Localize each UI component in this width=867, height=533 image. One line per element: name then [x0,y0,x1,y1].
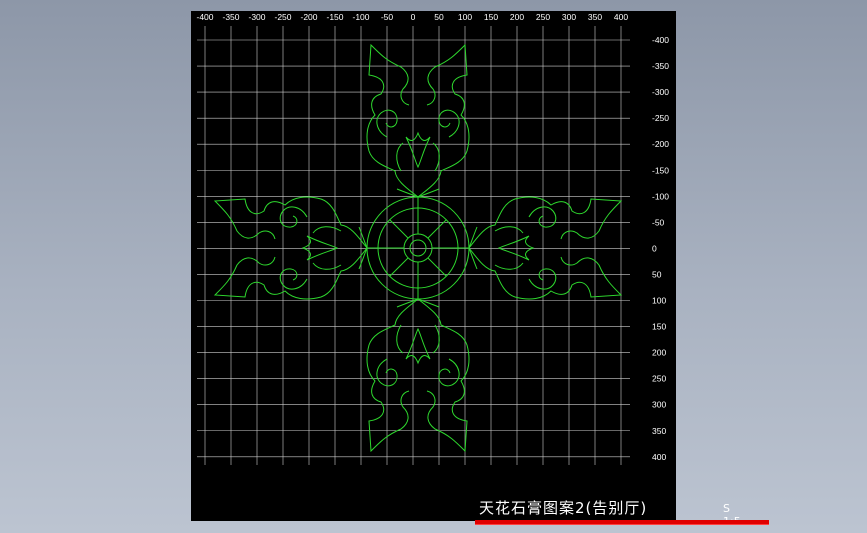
top-tick-label: 300 [562,12,576,22]
top-tick-label: 200 [510,12,524,22]
grid [197,26,630,465]
top-tick-label: 100 [458,12,472,22]
title-underline [475,520,769,525]
top-tick-label: 0 [411,12,416,22]
right-tick-label: 0 [652,243,657,253]
right-tick-label: -300 [652,87,669,97]
right-tick-label: 150 [652,322,666,332]
right-tick-label: 200 [652,348,666,358]
right-tick-label: -200 [652,139,669,149]
top-tick-label: 50 [434,12,444,22]
top-tick-label: -150 [326,12,343,22]
petal-north [366,43,470,198]
top-tick-label: -400 [196,12,213,22]
top-tick-label: 350 [588,12,602,22]
right-tick-label: 50 [652,269,662,279]
top-tick-label: -350 [222,12,239,22]
top-tick-label: 400 [614,12,628,22]
right-tick-label: 100 [652,296,666,306]
top-tick-label: 250 [536,12,550,22]
right-tick-label: 400 [652,452,666,462]
right-tick-label: -250 [652,113,669,123]
cad-drawing-canvas[interactable]: -400 -350 -300 -250 -200 -150 -100 -50 0 50 100 150… [191,11,676,521]
top-tick-label: -250 [274,12,291,22]
central-medallion [366,196,470,300]
drawing-viewport[interactable]: -400 -350 -300 -250 -200 -150 -100 -50 0 50 100 150… [191,11,769,528]
right-tick-label: 300 [652,400,666,410]
top-axis-ticks: -400 -350 -300 -250 -200 -150 -100 -50 0 50 100 150… [196,12,628,22]
right-tick-label: -50 [652,217,665,227]
right-tick-label: -350 [652,61,669,71]
top-tick-label: 150 [484,12,498,22]
top-tick-label: -50 [381,12,394,22]
drawing-title: 天花石膏图案2(告别厅) [479,499,648,517]
right-tick-label: -400 [652,35,669,45]
right-tick-label: 250 [652,374,666,384]
right-axis-ticks: -400 -350 -300 -250 -200 -150 -100 -50 0 50 100 150… [652,35,669,462]
right-tick-label: -150 [652,165,669,175]
ceiling-pattern [214,43,622,452]
top-tick-label: -300 [248,12,265,22]
right-tick-label: -100 [652,191,669,201]
top-tick-label: -200 [300,12,317,22]
top-tick-label: -100 [352,12,369,22]
right-tick-label: 350 [652,426,666,436]
